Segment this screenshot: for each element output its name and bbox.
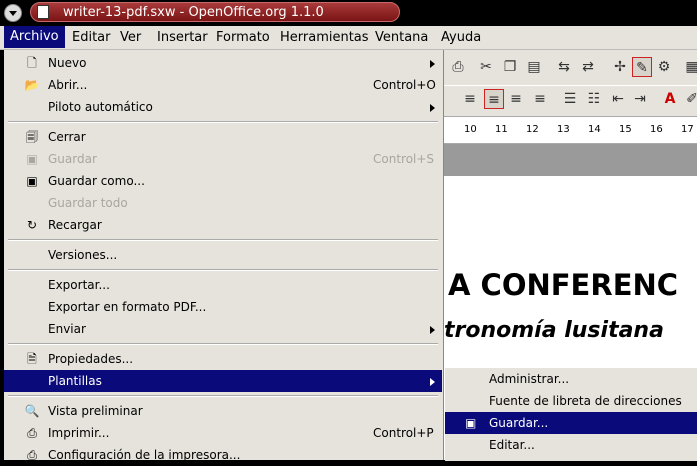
font-color-icon[interactable]: A	[660, 89, 680, 109]
menu-item-guardar-como[interactable]: ▣ Guardar como...	[4, 170, 442, 192]
window-title: writer-13-pdf.sxw - OpenOffice.org 1.1.0	[63, 5, 324, 20]
menu-item-exportar-pdf[interactable]: Exportar en formato PDF...	[4, 296, 442, 318]
menu-archivo[interactable]: Archivo	[4, 26, 65, 48]
navigator-icon[interactable]: ✢	[610, 57, 630, 77]
ruler-tick: 12	[526, 124, 539, 135]
close-document-icon: 🗐	[26, 130, 38, 144]
menu-formato[interactable]: Formato	[216, 30, 270, 45]
document-heading: A CONFERENC	[448, 268, 679, 302]
title-bar: writer-13-pdf.sxw - OpenOffice.org 1.1.0	[0, 0, 697, 26]
ruler-tick: 13	[557, 124, 570, 135]
submenu-item-editar[interactable]: Editar...	[445, 434, 697, 456]
menu-item-config-impresora[interactable]: ⎙ Configuración de la impresora...	[4, 444, 442, 466]
menu-ver[interactable]: Ver	[120, 30, 141, 45]
document-subheading: tronomía lusitana	[444, 318, 664, 343]
gallery-icon[interactable]: ▦	[682, 57, 697, 77]
ruler-tick: 14	[588, 124, 601, 135]
properties-icon: 🗎	[27, 352, 37, 366]
menu-item-cerrar[interactable]: 🗐 Cerrar	[4, 126, 442, 148]
menu-bar: Archivo Editar Ver Insertar Formato Herr…	[0, 26, 697, 50]
menu-ayuda[interactable]: Ayuda	[441, 30, 481, 45]
document-icon	[37, 5, 49, 19]
print-preview-icon: 🔍	[24, 404, 40, 418]
menu-item-plantillas[interactable]: Plantillas	[4, 370, 442, 392]
decrease-indent-icon[interactable]: ⇤	[608, 89, 628, 109]
open-folder-icon: 📂	[24, 78, 40, 92]
copy-icon[interactable]: ❐	[500, 57, 520, 77]
menu-item-recargar[interactable]: ↻ Recargar	[4, 214, 442, 236]
new-document-icon: 🗋	[27, 56, 37, 70]
stylist-icon[interactable]: ✎	[632, 57, 652, 77]
save-icon: ▣	[26, 152, 38, 166]
save-as-icon: ▣	[26, 174, 38, 188]
menu-ventana[interactable]: Ventana	[375, 30, 428, 45]
menu-item-abrir[interactable]: 📂 Abrir... Control+O	[4, 74, 442, 96]
submenu-item-fuente-libreta[interactable]: Fuente de libreta de direcciones	[445, 390, 697, 412]
submenu-arrow-icon	[430, 378, 435, 386]
separator	[8, 121, 438, 123]
menu-item-versiones[interactable]: Versiones...	[4, 244, 442, 266]
increase-indent-icon[interactable]: ⇥	[630, 89, 650, 109]
submenu-arrow-icon	[430, 104, 435, 112]
ruler-tick: 15	[619, 124, 632, 135]
menu-item-vista-preliminar[interactable]: 🔍 Vista preliminar	[4, 400, 442, 422]
separator	[8, 395, 438, 397]
save-template-icon: ▣	[465, 416, 477, 430]
print-icon[interactable]: ⎙	[448, 57, 468, 77]
menu-item-guardar: ▣ Guardar Control+S	[4, 148, 442, 170]
submenu-item-administrar[interactable]: Administrar...	[445, 368, 697, 390]
ruler-tick: 11	[495, 124, 508, 135]
cut-icon[interactable]: ✂	[476, 57, 496, 77]
separator	[8, 343, 438, 345]
menu-item-imprimir[interactable]: ⎙ Imprimir... Control+P	[4, 422, 442, 444]
paste-icon[interactable]: ▤	[524, 57, 544, 77]
menu-herramientas[interactable]: Herramientas	[280, 30, 369, 45]
printer-icon: ⎙	[27, 426, 37, 440]
menu-item-nuevo[interactable]: 🗋 Nuevo	[4, 52, 442, 74]
menu-insertar[interactable]: Insertar	[157, 30, 208, 45]
window-menu-button[interactable]	[4, 4, 22, 22]
file-menu: 🗋 Nuevo 📂 Abrir... Control+O Piloto auto…	[4, 50, 444, 462]
datasource-icon[interactable]: ⚙	[654, 57, 674, 77]
ruler-tick: 17	[681, 124, 694, 135]
ruler-tick: 16	[650, 124, 663, 135]
separator	[8, 239, 438, 241]
separator	[8, 269, 438, 271]
templates-submenu: Administrar... Fuente de libreta de dire…	[445, 367, 697, 461]
highlight-icon[interactable]: ✐	[682, 89, 697, 109]
align-right-icon[interactable]: ≡	[506, 89, 526, 109]
menu-editar[interactable]: Editar	[72, 30, 111, 45]
undo-icon[interactable]: ⇆	[554, 57, 574, 77]
redo-icon[interactable]: ⇄	[578, 57, 598, 77]
submenu-item-guardar[interactable]: ▣ Guardar...	[445, 412, 697, 434]
horizontal-ruler: 10 11 12 13 14 15 16 17	[444, 116, 697, 144]
menu-item-propiedades[interactable]: 🗎 Propiedades...	[4, 348, 442, 370]
menu-item-exportar[interactable]: Exportar...	[4, 274, 442, 296]
align-center-icon[interactable]: ≡	[484, 89, 504, 109]
submenu-arrow-icon	[430, 326, 435, 334]
title-pill: writer-13-pdf.sxw - OpenOffice.org 1.1.0	[30, 2, 400, 22]
numbering-icon[interactable]: ☰	[560, 89, 580, 109]
menu-item-piloto[interactable]: Piloto automático	[4, 96, 442, 118]
align-left-icon[interactable]: ≡	[460, 89, 480, 109]
justify-icon[interactable]: ≡	[530, 89, 550, 109]
formatting-toolbar: ≡ ≡ ≡ ≡ ☰ ☷ ⇤ ⇥ A ✐	[444, 85, 697, 116]
document-margin	[444, 144, 697, 176]
menu-item-enviar[interactable]: Enviar	[4, 318, 442, 340]
bullets-icon[interactable]: ☷	[584, 89, 604, 109]
submenu-arrow-icon	[430, 60, 435, 68]
menu-item-guardar-todo: Guardar todo	[48, 196, 128, 210]
ruler-tick: 10	[464, 124, 477, 135]
reload-icon: ↻	[26, 218, 38, 232]
standard-toolbar: ⎙ ✂ ❐ ▤ ⇆ ⇄ ✢ ✎ ⚙ ▦	[444, 50, 697, 85]
